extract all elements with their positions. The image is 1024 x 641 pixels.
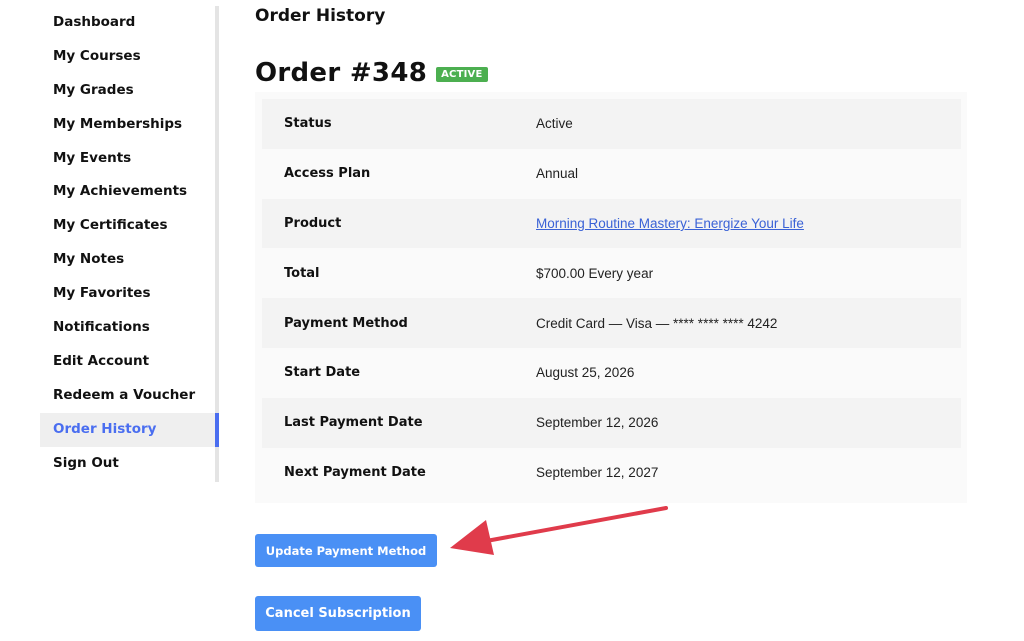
row-label-start-date: Start Date — [284, 365, 361, 381]
table-row: Last Payment Date September 12, 2026 — [262, 397, 961, 448]
sidebar-item-my-events[interactable]: My Events — [40, 142, 215, 176]
order-number-heading: Order #348 — [255, 58, 428, 88]
sidebar-item-my-courses[interactable]: My Courses — [40, 40, 215, 74]
sidebar-item-edit-account[interactable]: Edit Account — [40, 345, 215, 379]
order-header: Order #348 ACTIVE — [255, 58, 488, 88]
sidebar-item-my-certificates[interactable]: My Certificates — [40, 209, 215, 243]
table-row: Access Plan Annual — [262, 148, 961, 199]
annotation-arrow-icon — [450, 506, 668, 555]
sidebar-item-notifications[interactable]: Notifications — [40, 311, 215, 345]
row-label-payment-method: Payment Method — [284, 315, 408, 331]
account-sidebar: Dashboard My Courses My Grades My Member… — [40, 6, 219, 482]
row-label-last-payment-date: Last Payment Date — [284, 415, 423, 431]
cancel-subscription-button[interactable]: Cancel Subscription — [255, 596, 421, 631]
row-value-access-plan: Annual — [536, 166, 579, 182]
account-nav-list: Dashboard My Courses My Grades My Member… — [40, 6, 219, 481]
row-value-start-date: August 25, 2026 — [536, 365, 635, 381]
sidebar-item-my-achievements[interactable]: My Achievements — [40, 175, 215, 209]
row-value-payment-method: Credit Card — Visa — **** **** **** 4242 — [536, 315, 778, 331]
row-value-next-payment-date: September 12, 2027 — [536, 464, 659, 480]
table-row: Product Morning Routine Mastery: Energiz… — [262, 198, 961, 249]
row-label-product: Product — [284, 215, 342, 231]
row-label-status: Status — [284, 116, 332, 132]
table-row: Total $700.00 Every year — [262, 248, 961, 299]
row-label-access-plan: Access Plan — [284, 166, 371, 182]
table-row: Start Date August 25, 2026 — [262, 347, 961, 398]
sidebar-item-my-grades[interactable]: My Grades — [40, 74, 215, 108]
row-value-status: Active — [536, 116, 573, 132]
order-details-card: Status Active Access Plan Annual Product… — [255, 92, 967, 503]
sidebar-item-sign-out[interactable]: Sign Out — [40, 447, 215, 481]
sidebar-item-my-notes[interactable]: My Notes — [40, 243, 215, 277]
row-label-total: Total — [284, 265, 320, 281]
row-value-product: Morning Routine Mastery: Energize Your L… — [536, 199, 961, 249]
sidebar-item-order-history[interactable]: Order History — [40, 412, 219, 447]
sidebar-item-dashboard[interactable]: Dashboard — [40, 6, 215, 40]
sidebar-item-redeem-voucher[interactable]: Redeem a Voucher — [40, 379, 215, 413]
page-title: Order History — [255, 6, 386, 26]
order-details-table: Status Active Access Plan Annual Product… — [262, 99, 961, 498]
status-badge: ACTIVE — [436, 67, 488, 82]
table-row: Next Payment Date September 12, 2027 — [262, 447, 961, 498]
row-label-next-payment-date: Next Payment Date — [284, 464, 426, 480]
sidebar-item-my-memberships[interactable]: My Memberships — [40, 108, 215, 142]
sidebar-item-my-favorites[interactable]: My Favorites — [40, 277, 215, 311]
row-value-last-payment-date: September 12, 2026 — [536, 415, 659, 431]
row-value-total: $700.00 Every year — [536, 265, 654, 281]
table-row: Status Active — [262, 99, 961, 149]
product-link[interactable]: Morning Routine Mastery: Energize Your L… — [536, 216, 804, 231]
update-payment-method-button[interactable]: Update Payment Method — [255, 534, 437, 567]
table-row: Payment Method Credit Card — Visa — ****… — [262, 298, 961, 348]
